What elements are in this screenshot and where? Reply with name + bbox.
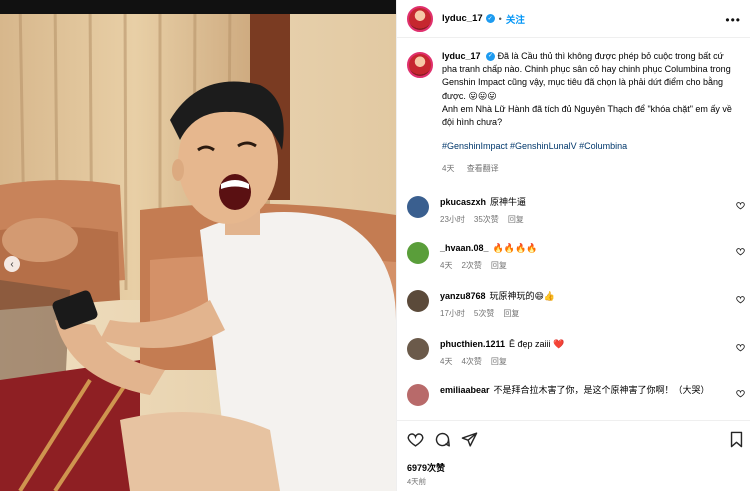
comment-text: 原神牛逼 [490, 197, 527, 207]
caption-text: Đã là Cầu thủ thì không được phép bỏ cuộ… [442, 51, 731, 101]
reply-button[interactable]: 回复 [503, 309, 519, 318]
follow-button[interactable]: 关注 [506, 12, 525, 26]
comment-text: 玩原神玩的😄👍 [489, 291, 556, 301]
likes-count[interactable]: 6979次赞 [407, 461, 445, 474]
see-translation-link[interactable]: 查看翻译 [467, 164, 499, 173]
heart-icon[interactable] [736, 201, 745, 210]
post-photo: ‹ [0, 0, 396, 491]
comment-likes[interactable]: 35次赞 [474, 215, 499, 224]
avatar[interactable] [407, 196, 429, 218]
comment-likes[interactable]: 5次赞 [474, 309, 494, 318]
comment-text: Ê đẹp zaiii ❤️ [509, 339, 565, 349]
avatar[interactable] [407, 5, 433, 32]
heart-icon[interactable] [736, 389, 745, 398]
caption-hashtags[interactable]: #GenshinImpact #GenshinLunalV #Columbina [442, 140, 740, 153]
reply-button[interactable]: 回复 [491, 261, 507, 270]
comment-item: emiliaabear 不是拜合拉木害了你，是这个原神害了你啊！（大哭） [407, 384, 745, 406]
post-caption: lyduc_17 ✓ Đã là Cầu thủ thì không được … [407, 50, 745, 176]
avatar[interactable] [407, 338, 429, 360]
comment-text: 不是拜合拉木害了你，是这个原神害了你啊！（大哭） [493, 385, 710, 395]
chevron-left-icon: ‹ [10, 258, 14, 270]
reply-button[interactable]: 回复 [508, 215, 524, 224]
comment-text: 🔥🔥🔥🔥 [492, 243, 538, 253]
verified-badge-icon: ✓ [485, 14, 495, 23]
caption-avatar[interactable] [407, 52, 433, 78]
bookmark-icon[interactable] [728, 431, 745, 448]
comment-likes[interactable]: 4次赞 [461, 357, 481, 366]
post-header: lyduc_17 ✓ • 关注 ••• [397, 0, 750, 38]
avatar[interactable] [407, 242, 429, 264]
action-bar [407, 431, 478, 448]
comment-icon[interactable] [434, 431, 451, 448]
post-date: 4天前 [407, 477, 427, 486]
comment-item: phucthien.1211 Ê đẹp zaiii ❤️ 4天 4次赞 回复 [407, 338, 745, 368]
share-icon[interactable] [461, 431, 478, 448]
heart-icon[interactable] [736, 343, 745, 352]
post-details-panel: lyduc_17 ✓ • 关注 ••• lyduc_17 ✓ Đã là Cầu… [396, 0, 750, 491]
heart-icon[interactable] [736, 247, 745, 256]
comment-item: yanzu8768 玩原神玩的😄👍 17小时 5次赞 回复 [407, 290, 745, 320]
comment-age: 17小时 [440, 309, 465, 318]
previous-photo-button[interactable]: ‹ [4, 256, 20, 272]
caption-username[interactable]: lyduc_17 [442, 51, 481, 61]
more-horizontal-icon[interactable]: ••• [725, 13, 741, 27]
comment-age: 4天 [440, 357, 453, 366]
comment-item: pkucaszxh 原神牛逼 23小时 35次赞 回复 [407, 196, 745, 226]
separator-dot: • [498, 13, 502, 24]
comment-item: _hvaan.08_ 🔥🔥🔥🔥 4天 2次赞 回复 [407, 242, 745, 272]
heart-icon[interactable] [736, 295, 745, 304]
caption-age: 4天 [442, 164, 455, 174]
comment-age: 4天 [440, 261, 453, 270]
reply-button[interactable]: 回复 [491, 357, 507, 366]
post-username[interactable]: lyduc_17 [442, 13, 483, 24]
post-footer: 6979次赞 4天前 [397, 420, 750, 491]
avatar[interactable] [407, 290, 429, 312]
avatar[interactable] [407, 384, 429, 406]
photo-illustration [0, 0, 396, 491]
comment-username[interactable]: emiliaabear [440, 385, 490, 395]
comment-username[interactable]: _hvaan.08_ [440, 243, 489, 253]
comment-likes[interactable]: 2次赞 [461, 261, 481, 270]
comment-username[interactable]: phucthien.1211 [440, 339, 505, 349]
like-heart-icon[interactable] [407, 431, 424, 448]
comment-age: 23小时 [440, 215, 465, 224]
comment-username[interactable]: yanzu8768 [440, 291, 486, 301]
verified-badge-icon: ✓ [486, 52, 496, 62]
caption-text-line2: Anh em Nhà Lữ Hành đã tích đủ Nguyên Thạ… [442, 103, 732, 128]
comment-username[interactable]: pkucaszxh [440, 197, 486, 207]
